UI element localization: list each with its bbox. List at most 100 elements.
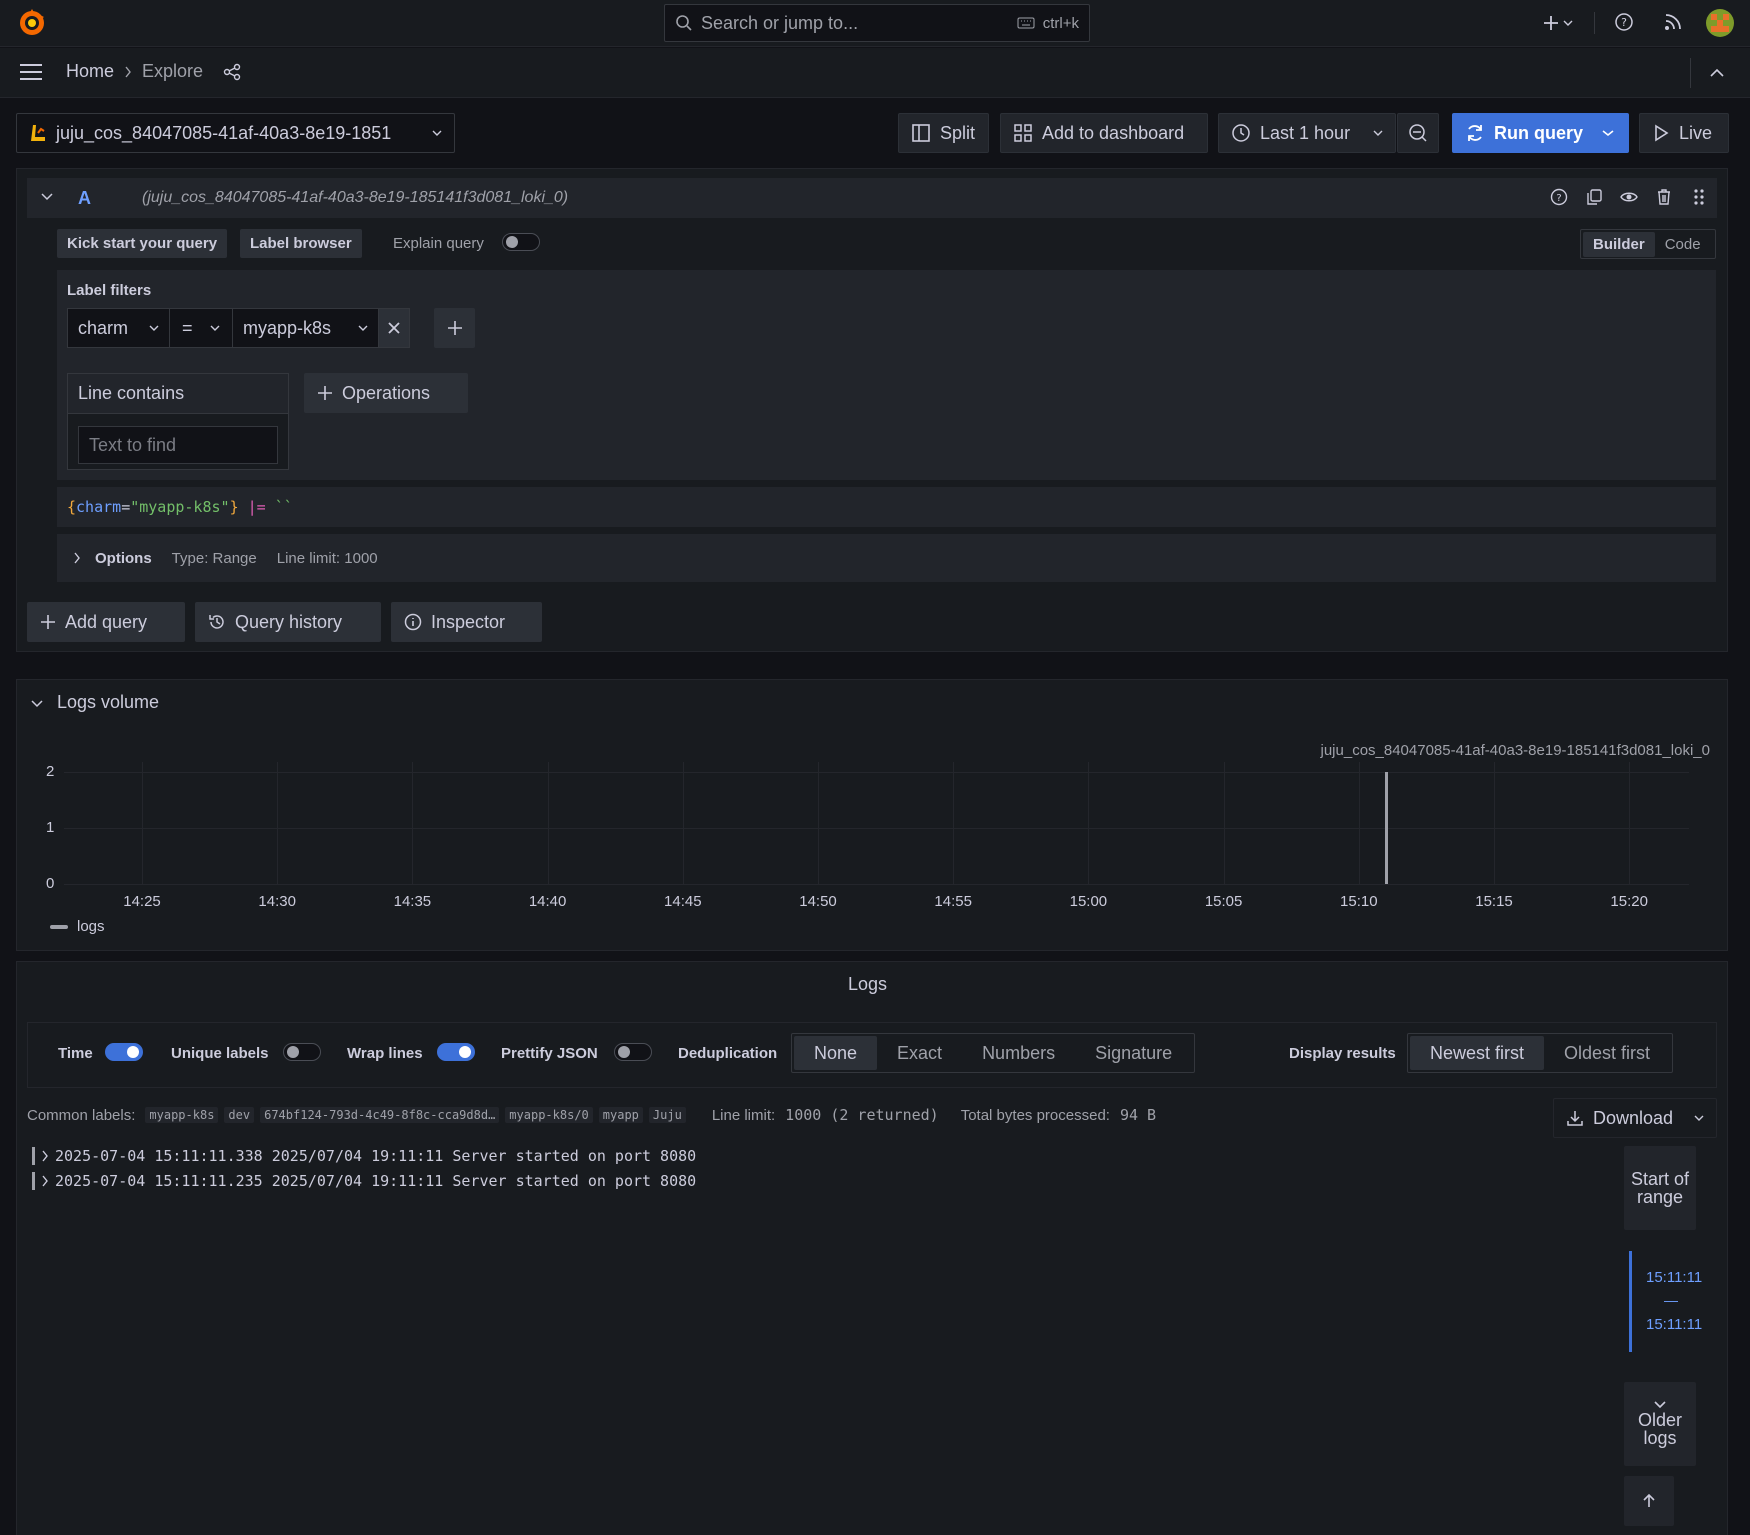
add-filter-button[interactable] <box>434 308 475 348</box>
chevron-down-icon <box>1654 1401 1666 1409</box>
drag-handle-icon[interactable] <box>1690 188 1708 206</box>
common-labels-title: Common labels: <box>27 1106 136 1124</box>
chevron-right-icon[interactable] <box>41 1175 49 1187</box>
download-button[interactable]: Download <box>1553 1098 1717 1138</box>
older-logs-button[interactable]: Older logs <box>1624 1382 1696 1466</box>
dedup-numbers[interactable]: Numbers <box>962 1036 1075 1070</box>
trash-icon[interactable] <box>1655 188 1673 206</box>
chevron-down-icon <box>1563 20 1573 26</box>
info-icon <box>404 613 422 631</box>
scroll-to-top-button[interactable] <box>1624 1476 1674 1526</box>
filter-operator-value: = <box>182 317 193 338</box>
zoom-out-button[interactable] <box>1397 113 1439 153</box>
collapse-header-button[interactable] <box>1708 64 1726 82</box>
query-history-button[interactable]: Query history <box>195 602 381 642</box>
preview-close-brace: } <box>229 498 239 516</box>
add-to-dashboard-label: Add to dashboard <box>1042 122 1185 143</box>
time-range-label: Last 1 hour <box>1260 122 1351 143</box>
chart-legend[interactable]: logs <box>50 918 105 935</box>
filter-label-select[interactable]: charm <box>67 308 170 348</box>
datasource-picker[interactable]: juju_cos_84047085-41af-40a3-8e19-1851 <box>16 113 455 153</box>
chevron-right-icon[interactable] <box>41 1150 49 1162</box>
preview-eq: = <box>121 498 131 516</box>
live-label: Live <box>1679 122 1713 143</box>
copy-icon[interactable] <box>1585 188 1603 206</box>
sort-oldest-first[interactable]: Oldest first <box>1544 1036 1670 1070</box>
sort-newest-first[interactable]: Newest first <box>1410 1036 1545 1070</box>
kick-start-button[interactable]: Kick start your query <box>57 229 228 258</box>
user-avatar[interactable] <box>1706 9 1734 37</box>
text-to-find-input[interactable]: Text to find <box>78 426 278 464</box>
datasource-name: juju_cos_84047085-41af-40a3-8e19-1851 <box>56 122 392 143</box>
label-browser-button[interactable]: Label browser <box>240 229 362 258</box>
explain-query-toggle[interactable] <box>502 233 540 251</box>
label-browser-label: Label browser <box>250 235 352 252</box>
divider <box>1690 58 1691 88</box>
add-query-button[interactable]: Add query <box>27 602 185 642</box>
divider <box>1594 12 1595 34</box>
share-icon[interactable] <box>223 63 241 81</box>
query-options-row[interactable]: Options Type: Range Line limit: 1000 <box>57 534 1716 582</box>
preview-key: charm <box>76 498 122 516</box>
eye-icon[interactable] <box>1620 188 1638 206</box>
search-shortcut: ctrl+k <box>1042 14 1079 32</box>
plus-icon <box>41 615 55 629</box>
kick-start-label: Kick start your query <box>67 235 218 252</box>
collapse-query-button[interactable] <box>40 190 54 204</box>
search-bar[interactable]: Search or jump to... ctrl+k <box>664 4 1090 42</box>
news-button[interactable] <box>1662 11 1684 33</box>
line-contains-operation: Line contains Text to find <box>67 373 289 470</box>
log-row[interactable]: 2025-07-04 15:11:11.338 2025/07/04 19:11… <box>32 1147 696 1165</box>
query-preview: {charm = "myapp-k8s"} |= `` <box>57 487 1716 527</box>
clock-icon <box>1232 124 1250 142</box>
range-bottom-time[interactable]: 15:11:11 <box>1646 1316 1702 1333</box>
close-icon <box>388 322 400 334</box>
help-button[interactable]: ? <box>1613 11 1635 33</box>
dedup-none[interactable]: None <box>794 1036 878 1070</box>
time-range-picker[interactable]: Last 1 hour <box>1218 113 1396 153</box>
menu-toggle[interactable] <box>18 62 44 82</box>
remove-filter-button[interactable] <box>379 308 410 348</box>
help-icon[interactable]: ? <box>1550 188 1568 206</box>
log-line: 2025-07-04 15:11:11.235 2025/07/04 19:11… <box>55 1172 697 1190</box>
log-level-bar <box>32 1172 35 1190</box>
operations-button[interactable]: Operations <box>304 373 468 413</box>
common-label-chip: myapp <box>598 1107 643 1123</box>
live-button[interactable]: Live <box>1639 113 1729 153</box>
collapse-logs-volume-button[interactable] <box>30 697 44 711</box>
inspector-label: Inspector <box>431 611 506 632</box>
wrap-lines-toggle[interactable] <box>437 1043 475 1061</box>
query-letter[interactable]: A <box>78 188 91 209</box>
prettify-json-toggle[interactable] <box>614 1043 652 1061</box>
logs-volume-panel <box>16 679 1728 951</box>
mode-builder[interactable]: Builder <box>1583 231 1655 257</box>
time-toggle[interactable] <box>105 1043 143 1061</box>
filter-value-select[interactable]: myapp-k8s <box>233 308 379 348</box>
new-menu-button[interactable] <box>1538 12 1578 34</box>
log-row[interactable]: 2025-07-04 15:11:11.235 2025/07/04 19:11… <box>32 1172 696 1190</box>
split-button[interactable]: Split <box>898 113 989 153</box>
run-query-options[interactable] <box>1587 113 1629 153</box>
older-logs-label: Older logs <box>1637 1410 1682 1448</box>
unique-labels-toggle[interactable] <box>283 1043 321 1061</box>
breadcrumb-home[interactable]: Home <box>66 61 114 82</box>
add-to-dashboard-button[interactable]: Add to dashboard <box>1000 113 1208 153</box>
mode-code[interactable]: Code <box>1659 232 1707 257</box>
display-results-label: Display results <box>1289 1045 1396 1062</box>
filter-operator-select[interactable]: = <box>170 308 233 348</box>
chevron-down-icon <box>149 325 159 331</box>
chevron-down-icon <box>31 700 43 708</box>
range-top-time[interactable]: 15:11:11 <box>1646 1269 1702 1286</box>
line-limit-value: 1000 (2 returned) <box>785 1106 939 1124</box>
inspector-button[interactable]: Inspector <box>391 602 542 642</box>
common-label-chip: myapp-k8s/0 <box>505 1107 593 1123</box>
legend-label: logs <box>77 918 105 935</box>
dedup-signature[interactable]: Signature <box>1075 1036 1192 1070</box>
start-of-range-button[interactable]: Start of range <box>1624 1146 1696 1230</box>
text-to-find-placeholder: Text to find <box>89 434 177 455</box>
dedup-exact[interactable]: Exact <box>877 1036 962 1070</box>
bytes-label: Total bytes processed: <box>960 1106 1110 1124</box>
grafana-logo[interactable] <box>16 7 48 39</box>
range-dash: — <box>1664 1292 1678 1308</box>
common-label-chip: 674bf124-793d-4c49-8f8c-cca9d8d… <box>260 1107 500 1123</box>
